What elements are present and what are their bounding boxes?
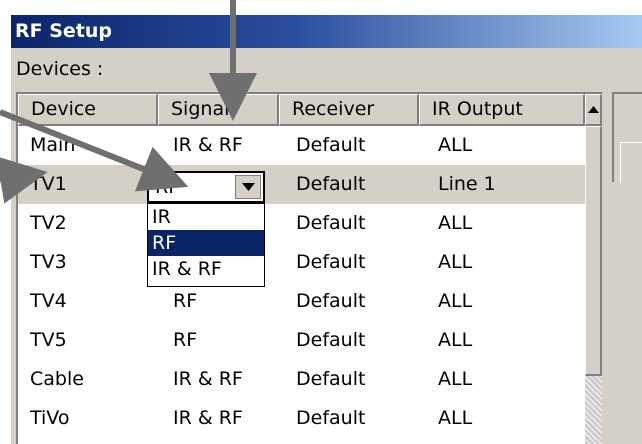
scrollbar-thumb[interactable] xyxy=(585,126,602,376)
signal-dropdown[interactable]: RF xyxy=(147,171,265,203)
receiver-cell: Default xyxy=(296,290,366,312)
table-row[interactable]: TV2 Default ALL xyxy=(18,204,585,243)
ir-output-cell: ALL xyxy=(438,212,473,234)
ir-output-cell: ALL xyxy=(438,251,473,273)
column-header-device[interactable]: Device xyxy=(18,94,158,126)
signal-cell: IR & RF xyxy=(173,407,243,429)
column-header-signal[interactable]: Signal xyxy=(158,94,279,126)
receiver-cell: Default xyxy=(296,407,366,429)
device-cell: TV2 xyxy=(30,212,67,234)
signal-dropdown-value: RF xyxy=(155,176,180,198)
window-title: RF Setup xyxy=(11,15,642,48)
receiver-cell: Default xyxy=(296,368,366,390)
column-header-receiver[interactable]: Receiver xyxy=(279,94,419,126)
table-row[interactable]: TV4 RF Default ALL xyxy=(18,282,585,321)
device-cell: TV5 xyxy=(30,329,67,351)
device-cell: Cable xyxy=(30,368,84,390)
scroll-up-button[interactable] xyxy=(585,94,602,126)
signal-cell: RF xyxy=(173,290,198,312)
ir-output-cell: ALL xyxy=(438,368,473,390)
table-row-selected[interactable]: TV1 Default Line 1 xyxy=(18,165,585,204)
receiver-cell: Default xyxy=(296,173,366,195)
ir-output-cell: ALL xyxy=(438,329,473,351)
devices-list[interactable]: Device Signal Receiver IR Output Main IR… xyxy=(16,92,602,444)
table-row[interactable]: TV3 Default ALL xyxy=(18,243,585,282)
receiver-cell: Default xyxy=(296,251,366,273)
device-cell: TV3 xyxy=(30,251,67,273)
dropdown-option-ir[interactable]: IR xyxy=(148,204,264,230)
column-header-ir-output[interactable]: IR Output xyxy=(419,94,585,126)
ir-output-cell: Line 1 xyxy=(438,173,496,195)
receiver-cell: Default xyxy=(296,329,366,351)
device-cell: TV1 xyxy=(30,173,67,195)
dropdown-option-ir-rf[interactable]: IR & RF xyxy=(148,256,264,282)
signal-cell: RF xyxy=(173,329,198,351)
signal-cell: IR & RF xyxy=(173,134,243,156)
ir-output-cell: ALL xyxy=(438,407,473,429)
scrollbar-track[interactable] xyxy=(585,376,602,444)
dropdown-option-rf[interactable]: RF xyxy=(148,230,264,256)
signal-dropdown-list[interactable]: IR RF IR & RF xyxy=(147,203,265,287)
table-row[interactable]: TiVo IR & RF Default ALL xyxy=(18,399,585,438)
receiver-cell: Default xyxy=(296,212,366,234)
devices-label: Devices : xyxy=(16,58,104,80)
chevron-down-icon xyxy=(241,183,255,191)
signal-cell: IR & RF xyxy=(173,368,243,390)
table-row[interactable]: TV5 RF Default ALL xyxy=(18,321,585,360)
device-cell: Main xyxy=(30,134,76,156)
table-row[interactable]: Cable IR & RF Default ALL xyxy=(18,360,585,399)
vertical-scrollbar[interactable] xyxy=(585,94,602,444)
ir-output-cell: ALL xyxy=(438,290,473,312)
dropdown-button[interactable] xyxy=(235,175,261,199)
receiver-cell: Default xyxy=(296,134,366,156)
up-arrow-icon xyxy=(587,106,599,113)
side-panel xyxy=(612,92,642,183)
table-row[interactable]: Main IR & RF Default ALL xyxy=(18,126,585,165)
device-cell: TV4 xyxy=(30,290,67,312)
ir-output-cell: ALL xyxy=(438,134,473,156)
list-header: Device Signal Receiver IR Output xyxy=(18,94,602,126)
device-cell: TiVo xyxy=(30,407,70,429)
side-panel-control xyxy=(620,142,642,183)
